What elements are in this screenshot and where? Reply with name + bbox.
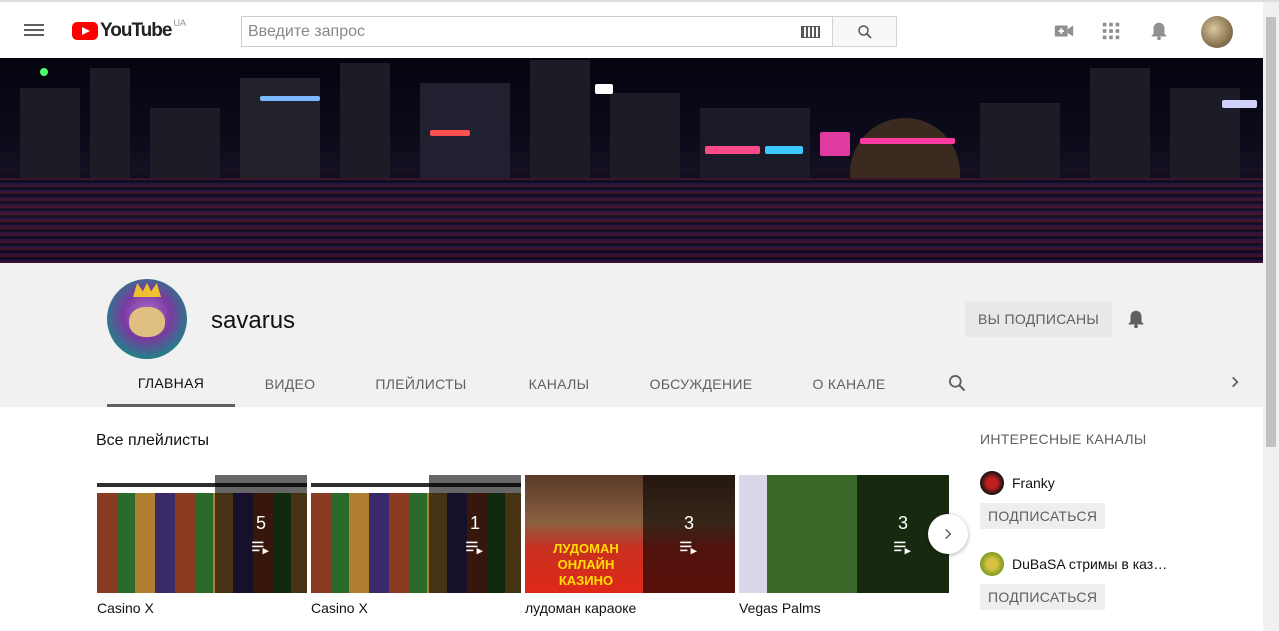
thumbnail-text-line: ЛУДОМАН ОНЛАЙН КАЗИНО xyxy=(553,541,619,588)
playlist-icon xyxy=(466,541,483,554)
banner-building xyxy=(610,93,680,178)
channel-name: savarus xyxy=(211,307,296,334)
logo-country: UA xyxy=(173,18,186,28)
playlist-icon xyxy=(680,541,697,554)
playlist-icon xyxy=(252,541,269,554)
banner-light xyxy=(860,138,955,144)
playlist-card[interactable]: 1 Casino X xyxy=(311,475,521,616)
playlist-count: 1 xyxy=(469,512,480,533)
banner-light xyxy=(765,146,803,154)
banner-building xyxy=(90,68,130,178)
channel-banner xyxy=(0,58,1263,263)
playlist-thumbnail[interactable]: 5 xyxy=(97,475,307,593)
video-camera-icon[interactable] xyxy=(1053,20,1075,42)
banner-building xyxy=(850,118,960,178)
featured-channel[interactable]: Franky xyxy=(980,471,1055,495)
banner-light xyxy=(1222,100,1257,108)
notification-bell-icon[interactable] xyxy=(1125,308,1147,330)
playlist-card[interactable]: 5 Casino X xyxy=(97,475,307,616)
chevron-right-icon xyxy=(945,528,952,540)
youtube-logo[interactable]: YouTube UA xyxy=(72,18,186,42)
keyboard-icon[interactable] xyxy=(801,26,820,38)
banner-light xyxy=(430,130,470,136)
playlist-card[interactable]: ЛУДОМАН ОНЛАЙН КАЗИНО 3 лудоман караоке xyxy=(525,475,735,616)
playlist-title[interactable]: Vegas Palms xyxy=(739,600,949,616)
subscribe-button[interactable]: ПОДПИСАТЬСЯ xyxy=(980,584,1106,610)
playlist-count: 3 xyxy=(683,512,694,533)
featured-channel[interactable]: DuBaSA стримы в казино xyxy=(980,552,1172,576)
chevron-right-icon[interactable] xyxy=(1228,375,1242,389)
banner-building xyxy=(700,108,810,178)
playlist-count: 3 xyxy=(897,512,908,533)
subscribe-button[interactable]: ПОДПИСАТЬСЯ xyxy=(980,503,1106,529)
playlist-thumbnail[interactable]: ЛУДОМАН ОНЛАЙН КАЗИНО 3 xyxy=(525,475,735,593)
search-input[interactable] xyxy=(242,17,782,46)
playlist-overlay: 3 xyxy=(643,475,735,593)
banner-building xyxy=(980,103,1060,178)
playlist-title[interactable]: Casino X xyxy=(97,600,307,616)
banner-light xyxy=(260,96,320,101)
tab-videos[interactable]: ВИДЕО xyxy=(235,361,345,407)
playlist-title[interactable]: лудоман караоке xyxy=(525,600,735,616)
subscribed-button[interactable]: ВЫ ПОДПИСАНЫ xyxy=(965,301,1112,337)
masthead: YouTube UA xyxy=(0,0,1279,58)
search-icon xyxy=(857,24,872,39)
banner-building xyxy=(1090,68,1150,178)
channel-search-icon[interactable] xyxy=(947,373,967,393)
playlist-count: 5 xyxy=(255,512,266,533)
tab-home[interactable]: ГЛАВНАЯ xyxy=(107,361,235,407)
playlist-thumbnail[interactable]: 1 xyxy=(311,475,521,593)
user-avatar[interactable] xyxy=(1201,16,1233,48)
featured-channels-title: ИНТЕРЕСНЫЕ КАНАЛЫ xyxy=(980,431,1147,447)
banner-building xyxy=(240,78,320,178)
playlist-overlay: 5 xyxy=(215,475,307,593)
banner-building xyxy=(530,60,590,178)
banner-building xyxy=(20,88,80,178)
banner-light xyxy=(820,132,850,156)
featured-channel-avatar[interactable] xyxy=(980,552,1004,576)
apps-icon[interactable] xyxy=(1100,20,1122,42)
tab-channels[interactable]: КАНАЛЫ xyxy=(497,361,621,407)
banner-light xyxy=(595,84,613,94)
playlist-title[interactable]: Casino X xyxy=(311,600,521,616)
channel-avatar[interactable] xyxy=(107,279,187,359)
thumbnail-text: ЛУДОМАН ОНЛАЙН КАЗИНО xyxy=(527,541,645,589)
tab-about[interactable]: О КАНАЛЕ xyxy=(781,361,917,407)
banner-building xyxy=(340,63,390,178)
playlist-overlay: 1 xyxy=(429,475,521,593)
scrollbar-thumb[interactable] xyxy=(1266,17,1276,447)
menu-icon[interactable] xyxy=(24,21,48,41)
channel-tabs: ГЛАВНАЯ ВИДЕО ПЛЕЙЛИСТЫ КАНАЛЫ ОБСУЖДЕНИ… xyxy=(107,361,917,407)
section-title: Все плейлисты xyxy=(96,432,209,449)
banner-light xyxy=(705,146,760,154)
banner-building xyxy=(150,108,220,178)
featured-channel-name[interactable]: Franky xyxy=(1012,475,1055,491)
page-scrollbar[interactable] xyxy=(1263,2,1279,631)
search-button[interactable] xyxy=(832,16,897,47)
tab-playlists[interactable]: ПЛЕЙЛИСТЫ xyxy=(345,361,497,407)
banner-light xyxy=(40,68,48,76)
tab-discussion[interactable]: ОБСУЖДЕНИЕ xyxy=(621,361,781,407)
playlist-card[interactable]: 3 Vegas Palms xyxy=(739,475,949,616)
main-content: Все плейлисты 5 Casino X 1 Casino X ЛУДО… xyxy=(0,407,1263,631)
featured-channel-avatar[interactable] xyxy=(980,471,1004,495)
featured-channel-name[interactable]: DuBaSA стримы в казино xyxy=(1012,556,1172,572)
logo-text: YouTube xyxy=(100,20,172,41)
channel-header: savarus ВЫ ПОДПИСАНЫ ГЛАВНАЯ ВИДЕО ПЛЕЙЛ… xyxy=(0,263,1263,407)
bell-icon[interactable] xyxy=(1148,20,1170,42)
carousel-next-button[interactable] xyxy=(928,514,968,554)
search-box xyxy=(241,16,833,47)
banner-water xyxy=(0,178,1263,263)
youtube-play-icon xyxy=(72,22,98,40)
playlist-icon xyxy=(894,541,911,554)
playlist-thumbnail[interactable]: 3 xyxy=(739,475,949,593)
